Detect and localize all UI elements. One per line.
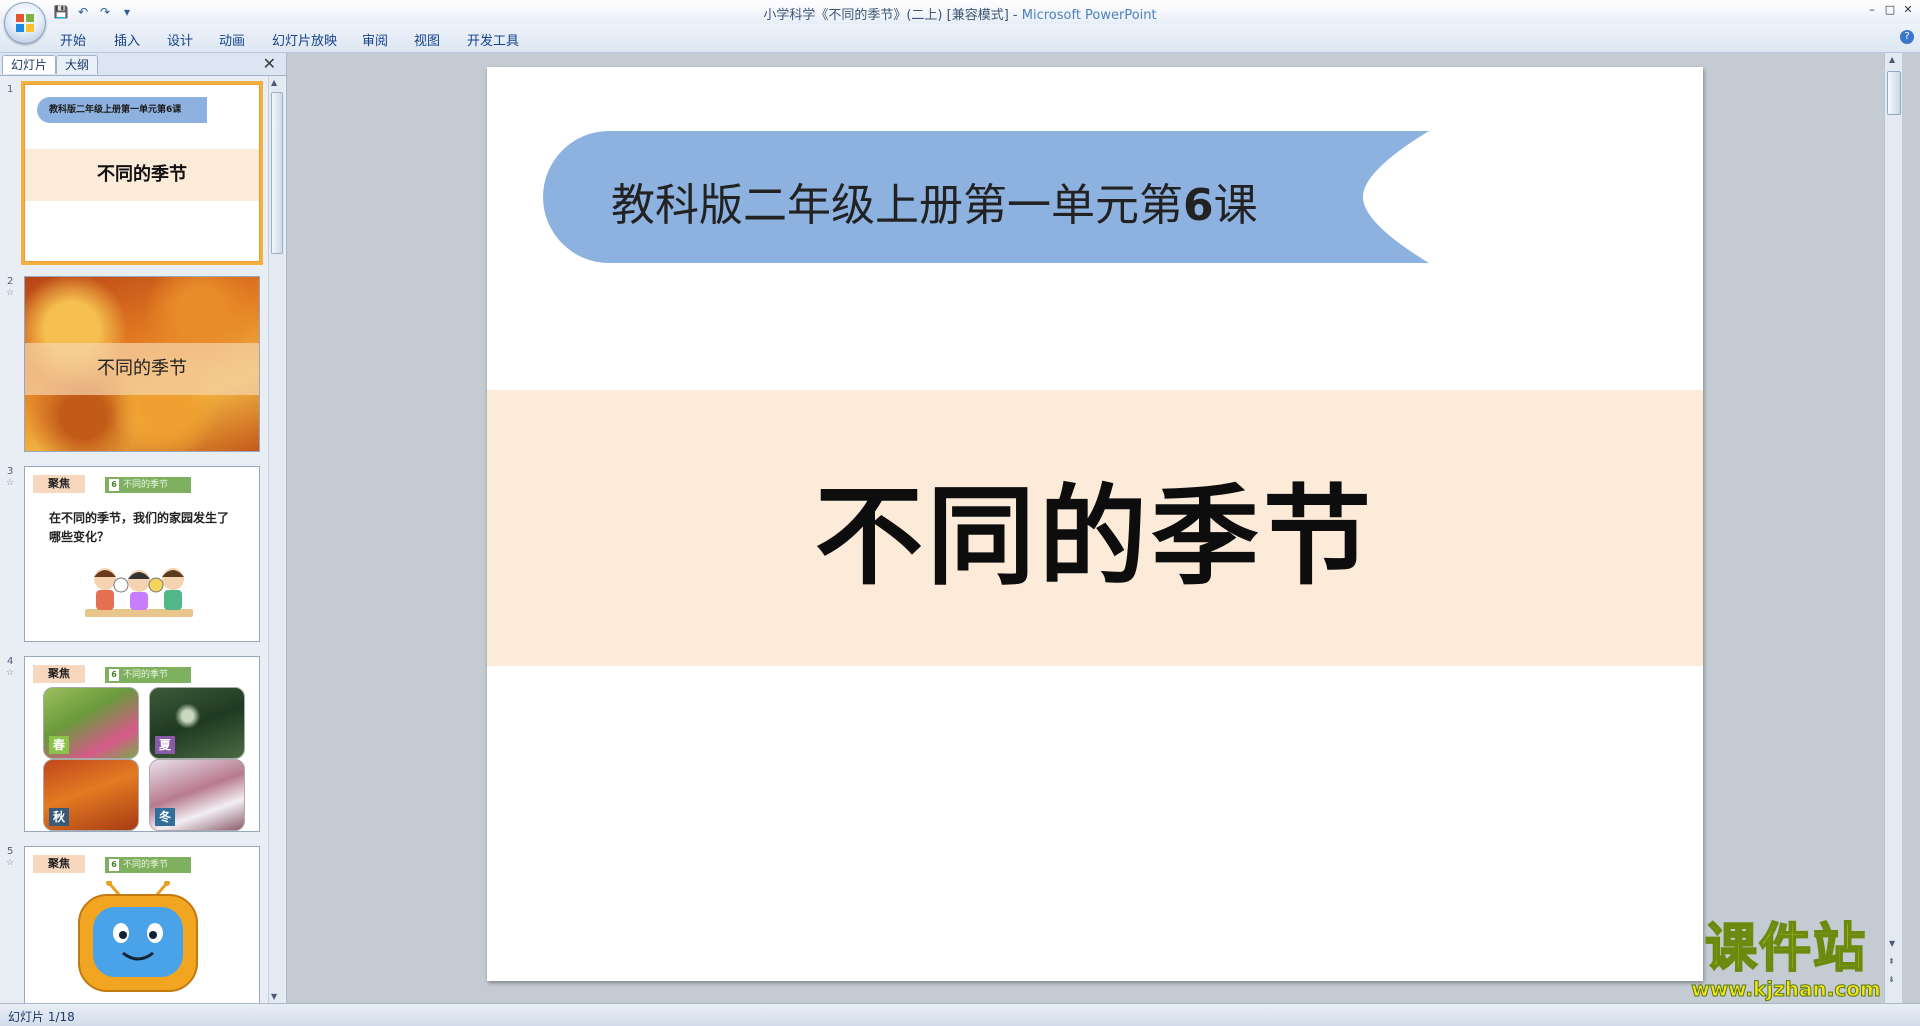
scroll-up-icon[interactable]: ▲ <box>1889 55 1895 64</box>
tab-developer[interactable]: 开发工具 <box>467 30 519 49</box>
window-title: 小学科学《不同的季节》(二上) [兼容模式] - Microsoft Power… <box>0 4 1920 23</box>
focus-tag: 聚焦 <box>33 665 85 683</box>
animation-star-icon: ☆ <box>6 668 15 678</box>
animation-star-icon: ☆ <box>6 288 15 298</box>
title-band: 不同的季节 <box>487 390 1703 666</box>
close-pane-icon[interactable]: ✕ <box>263 54 276 73</box>
season-label: 夏 <box>155 736 175 754</box>
slide-number: 5 <box>7 846 14 857</box>
slide-number: 3 <box>7 466 14 477</box>
office-button[interactable] <box>4 2 46 44</box>
slide-editing-area: 教科版二年级上册第一单元第6课 不同的季节 ▲ ▼ ⇞ ⇟ <box>287 53 1902 1003</box>
app-name: Microsoft PowerPoint <box>1021 8 1157 23</box>
current-slide[interactable]: 教科版二年级上册第一单元第6课 不同的季节 <box>487 67 1703 981</box>
lesson-title: 不同的季节 <box>123 670 169 680</box>
slide-thumbnail-4[interactable]: 聚焦 6 不同的季节 春 夏 秋 冬 <box>24 656 260 832</box>
slide-thumbnail-5[interactable]: 聚焦 6 不同的季节 <box>24 846 260 1003</box>
lesson-tag: 6 不同的季节 <box>105 857 191 873</box>
maximize-button[interactable]: □ <box>1882 1 1898 17</box>
thumb-title: 不同的季节 <box>25 149 259 201</box>
children-illustration <box>85 568 193 617</box>
tv-mascot-illustration <box>78 881 198 992</box>
tab-review[interactable]: 审阅 <box>362 30 388 49</box>
tab-insert[interactable]: 插入 <box>114 30 140 49</box>
editor-scrollbar[interactable]: ▲ ▼ ⇞ ⇟ <box>1884 53 1902 1003</box>
lesson-tag: 6 不同的季节 <box>105 477 191 493</box>
slide-number: 2 <box>7 276 14 287</box>
tab-design[interactable]: 设计 <box>167 30 193 49</box>
subtitle-prefix: 教科版二年级上册第一单元第 <box>611 180 1183 231</box>
lesson-title: 不同的季节 <box>123 860 169 870</box>
site-watermark: 课件站 www.kjzhan.com <box>1668 919 1904 1002</box>
thumb-ribbon-text: 教科版二年级上册第一单元第6课 <box>37 97 207 123</box>
season-label: 春 <box>49 736 69 754</box>
slides-pane: 幻灯片 大纲 ✕ 1 教科版二年级上册第一单元第6课 不同的季节 2 ☆ 不同的… <box>0 53 287 1003</box>
status-bar: 幻灯片 1/18 <box>0 1003 1920 1026</box>
slide-thumbnail-2[interactable]: 不同的季节 <box>24 276 260 452</box>
scrollbar-thumb[interactable] <box>1887 71 1901 115</box>
tab-animations[interactable]: 动画 <box>219 30 245 49</box>
animation-star-icon: ☆ <box>6 858 15 868</box>
slide-title[interactable]: 不同的季节 <box>487 390 1703 666</box>
help-icon[interactable]: ? <box>1900 30 1914 44</box>
season-label: 冬 <box>155 808 175 826</box>
slide-subtitle[interactable]: 教科版二年级上册第一单元第6课 <box>611 169 1258 233</box>
scroll-up-icon[interactable]: ▲ <box>271 78 277 87</box>
minimize-button[interactable]: – <box>1864 1 1880 17</box>
slide-thumbnail-list: 1 教科版二年级上册第一单元第6课 不同的季节 2 ☆ 不同的季节 3 ☆ 聚焦… <box>0 76 268 1003</box>
tab-view[interactable]: 视图 <box>414 30 440 49</box>
thumb-title: 不同的季节 <box>25 343 259 395</box>
autumn-photo: 秋 <box>43 759 139 831</box>
animation-star-icon: ☆ <box>6 478 15 488</box>
watermark-brand: 课件站 <box>1704 919 1867 979</box>
watermark-url: www.kjzhan.com <box>1691 977 1882 1001</box>
season-label: 秋 <box>49 808 69 826</box>
document-title: 小学科学《不同的季节》(二上) [兼容模式] - <box>763 8 1022 23</box>
pane-tabs: 幻灯片 大纲 ✕ <box>0 53 286 76</box>
tab-slide-show[interactable]: 幻灯片放映 <box>272 30 337 49</box>
lesson-number: 6 <box>109 479 119 491</box>
slide-number: 4 <box>7 656 14 667</box>
tab-home[interactable]: 开始 <box>60 30 86 49</box>
question-text: 在不同的季节，我们的家园发生了哪些变化？ <box>49 511 230 544</box>
scroll-down-icon[interactable]: ▼ <box>271 992 277 1001</box>
focus-tag: 聚焦 <box>33 855 85 873</box>
ribbon-tab-bar: 开始 插入 设计 动画 幻灯片放映 审阅 视图 开发工具 ? <box>0 24 1920 53</box>
thumbnail-scrollbar[interactable]: ▲ ▼ <box>268 76 284 1003</box>
lesson-title: 不同的季节 <box>123 480 169 490</box>
close-button[interactable]: ✕ <box>1900 1 1916 17</box>
tab-outline[interactable]: 大纲 <box>56 55 99 74</box>
subtitle-suffix: 课 <box>1213 180 1258 231</box>
lesson-number: 6 <box>109 859 119 871</box>
spring-photo: 春 <box>43 687 139 759</box>
focus-tag: 聚焦 <box>33 475 85 493</box>
slide-indicator: 幻灯片 1/18 <box>8 1010 75 1024</box>
tab-slides[interactable]: 幻灯片 <box>2 55 57 74</box>
scrollbar-thumb[interactable] <box>271 92 283 254</box>
lesson-tag: 6 不同的季节 <box>105 667 191 683</box>
slide-number: 1 <box>7 84 14 95</box>
office-logo-icon <box>16 14 34 32</box>
lesson-number: 6 <box>109 669 119 681</box>
title-bar: 💾 ↶ ↷ ▾ 小学科学《不同的季节》(二上) [兼容模式] - Microso… <box>0 0 1920 24</box>
slide-thumbnail-1[interactable]: 教科版二年级上册第一单元第6课 不同的季节 <box>21 81 263 265</box>
summer-photo: 夏 <box>149 687 245 759</box>
winter-photo: 冬 <box>149 759 245 831</box>
slide-thumbnail-3[interactable]: 聚焦 6 不同的季节 在不同的季节，我们的家园发生了哪些变化？ <box>24 466 260 642</box>
subtitle-number: 6 <box>1183 180 1214 231</box>
